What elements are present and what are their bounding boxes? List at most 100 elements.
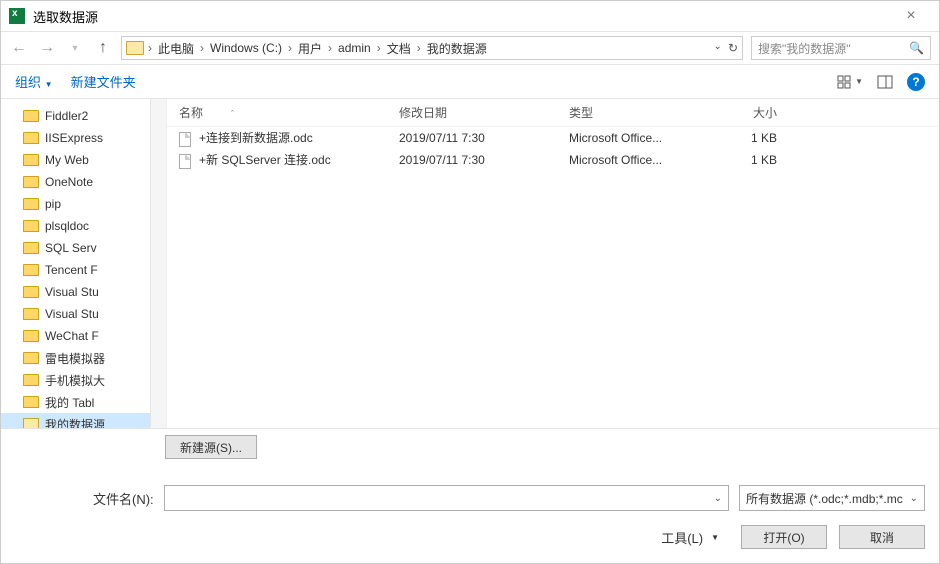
new-source-button[interactable]: 新建源(S)... (165, 435, 257, 459)
tree-item-label: WeChat F (45, 329, 99, 343)
tree-item[interactable]: WeChat F (1, 325, 150, 347)
nav-recent-dropdown[interactable]: ▾ (65, 43, 85, 54)
file-row[interactable]: +连接到新数据源.odc 2019/07/11 7:30Microsoft Off… (167, 127, 939, 149)
file-name: +连接到新数据源.odc (199, 131, 313, 145)
folder-icon (23, 264, 39, 276)
preview-pane-button[interactable] (877, 75, 893, 89)
tree-item[interactable]: pip (1, 193, 150, 215)
column-type[interactable]: 类型 (557, 104, 707, 121)
organize-menu[interactable]: 组织 ▼ (15, 72, 53, 91)
folder-icon (23, 308, 39, 320)
excel-icon (9, 8, 25, 24)
command-bar: 组织 ▼ 新建文件夹 ▼ ? (1, 65, 939, 99)
column-name[interactable]: 名称ˆ (167, 104, 387, 121)
chevron-down-icon[interactable]: ⌄ (910, 493, 918, 504)
tree-scrollbar[interactable] (151, 99, 167, 428)
chevron-right-icon: › (148, 41, 152, 55)
tree-item[interactable]: Visual Stu (1, 303, 150, 325)
file-type: Microsoft Office... (557, 153, 707, 167)
tree-item[interactable]: SQL Serv (1, 237, 150, 259)
folder-icon (23, 374, 39, 386)
folder-icon (23, 198, 39, 210)
refresh-icon[interactable]: ↻ (728, 41, 738, 55)
tree-item[interactable]: Tencent F (1, 259, 150, 281)
folder-tree[interactable]: Fiddler2IISExpressMy Web OneNote pip plsqld… (1, 99, 151, 428)
tree-item-label: pip (45, 197, 61, 211)
chevron-right-icon: › (417, 41, 421, 55)
tree-item[interactable]: Visual Stu (1, 281, 150, 303)
sort-asc-icon: ˆ (231, 109, 234, 119)
tree-item-label: 我的 Tabl (45, 394, 94, 411)
filetype-select[interactable]: 所有数据源 (*.odc;*.mdb;*.mc ⌄ (739, 485, 925, 511)
drive-icon (126, 41, 144, 55)
breadcrumb[interactable]: 此电脑 (156, 40, 196, 57)
tree-item-label: Visual Stu (45, 285, 99, 299)
search-placeholder: 搜索"我的数据源" (758, 40, 851, 57)
list-header: 名称ˆ 修改日期 类型 大小 (167, 99, 939, 127)
column-size[interactable]: 大小 (707, 104, 797, 121)
nav-up-icon[interactable]: ↑ (93, 39, 113, 57)
search-icon: 🔍 (909, 41, 924, 55)
file-name: +新 SQLServer 连接.odc (199, 153, 331, 167)
tree-item-label: OneNote (45, 175, 93, 189)
folder-icon (23, 330, 39, 342)
chevron-right-icon: › (328, 41, 332, 55)
address-dropdown-icon[interactable]: ⌄ (714, 41, 722, 55)
breadcrumb[interactable]: 我的数据源 (425, 40, 489, 57)
tree-item[interactable]: 手机模拟大 (1, 369, 150, 391)
tree-item[interactable]: 雷电模拟器 (1, 347, 150, 369)
tree-item[interactable]: plsqldoc (1, 215, 150, 237)
filename-label: 文件名(N): (93, 489, 154, 508)
filename-input[interactable]: ⌄ (164, 485, 729, 511)
new-folder-button[interactable]: 新建文件夹 (71, 72, 136, 91)
nav-forward-icon[interactable]: → (37, 39, 57, 57)
nav-bar: ← → ▾ ↑ › 此电脑 › Windows (C:) › 用户 › admi… (1, 31, 939, 65)
search-input[interactable]: 搜索"我的数据源" 🔍 (751, 36, 931, 60)
tree-item-label: 我的数据源 (45, 416, 105, 429)
help-button[interactable]: ? (907, 73, 925, 91)
breadcrumb[interactable]: 用户 (296, 40, 324, 57)
dialog-body: Fiddler2IISExpressMy Web OneNote pip plsqld… (1, 99, 939, 428)
file-type: Microsoft Office... (557, 131, 707, 145)
folder-icon (23, 242, 39, 254)
datasource-icon (23, 418, 39, 428)
nav-back-icon[interactable]: ← (9, 39, 29, 57)
address-bar[interactable]: › 此电脑 › Windows (C:) › 用户 › admin › 文档 ›… (121, 36, 743, 60)
tree-item[interactable]: Fiddler2 (1, 105, 150, 127)
dialog-title: 选取数据源 (33, 7, 98, 26)
folder-icon (23, 132, 39, 144)
chevron-down-icon[interactable]: ⌄ (714, 493, 722, 504)
tree-item[interactable]: IISExpress (1, 127, 150, 149)
file-date: 2019/07/11 7:30 (387, 131, 557, 145)
tools-menu[interactable]: 工具(L) ▼ (661, 528, 719, 547)
file-date: 2019/07/11 7:30 (387, 153, 557, 167)
bottom-panel: 新建源(S)... 文件名(N): ⌄ 所有数据源 (*.odc;*.mdb;*… (1, 428, 939, 563)
folder-icon (23, 352, 39, 364)
tree-item[interactable]: 我的 Tabl (1, 391, 150, 413)
file-list: 名称ˆ 修改日期 类型 大小 +连接到新数据源.odc 2019/07/11 7:… (167, 99, 939, 428)
close-button[interactable]: × (891, 7, 931, 25)
folder-icon (23, 154, 39, 166)
tree-item-label: Visual Stu (45, 307, 99, 321)
tree-item-label: plsqldoc (45, 219, 89, 233)
breadcrumb[interactable]: 文档 (385, 40, 413, 57)
breadcrumb[interactable]: Windows (C:) (208, 41, 284, 55)
file-size: 1 KB (707, 131, 797, 145)
open-button[interactable]: 打开(O) (741, 525, 827, 549)
chevron-right-icon: › (200, 41, 204, 55)
breadcrumb[interactable]: admin (336, 41, 373, 55)
chevron-right-icon: › (288, 41, 292, 55)
file-row[interactable]: +新 SQLServer 连接.odc 2019/07/11 7:30Micros… (167, 149, 939, 171)
folder-icon (23, 286, 39, 298)
tree-item-label: 雷电模拟器 (45, 350, 105, 367)
view-options-button[interactable]: ▼ (837, 75, 863, 89)
folder-icon (23, 396, 39, 408)
column-date[interactable]: 修改日期 (387, 104, 557, 121)
dialog-select-data-source: 选取数据源 × ← → ▾ ↑ › 此电脑 › Windows (C:) › 用… (0, 0, 940, 564)
file-icon (179, 154, 191, 169)
tree-item[interactable]: OneNote (1, 171, 150, 193)
tree-item[interactable]: 我的数据源 (1, 413, 150, 428)
tree-item[interactable]: My Web (1, 149, 150, 171)
cancel-button[interactable]: 取消 (839, 525, 925, 549)
file-icon (179, 132, 191, 147)
